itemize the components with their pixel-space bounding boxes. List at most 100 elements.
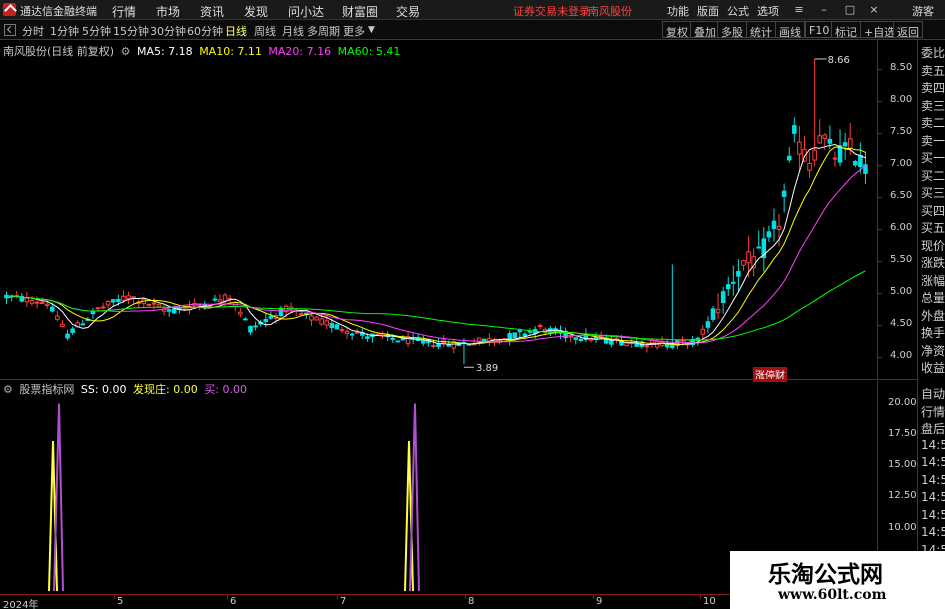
period-monthly[interactable]: 月线 bbox=[282, 23, 304, 39]
menu-layout[interactable]: 版面 bbox=[697, 3, 719, 19]
period-15min[interactable]: 15分钟 bbox=[113, 23, 149, 39]
quote-label: 外盘 bbox=[921, 308, 945, 323]
candle-body bbox=[517, 330, 523, 333]
title-bar: 通达信金融终端 行情 市场 资讯 发现 问小达 财富圈 交易 证券交易未登录 南… bbox=[0, 0, 945, 20]
main-y-tick-mark bbox=[878, 101, 882, 103]
candle-body bbox=[65, 333, 70, 339]
candle-body bbox=[827, 138, 833, 144]
kline-chart[interactable]: 8.66 3.89 bbox=[0, 40, 877, 379]
x-axis-tick bbox=[227, 595, 228, 599]
buy-label: 买: 0.00 bbox=[204, 383, 247, 396]
x-axis-label: 6 bbox=[230, 596, 237, 607]
main-y-tick-mark bbox=[878, 165, 882, 167]
more-dropdown-icon[interactable]: ▼ bbox=[368, 25, 375, 35]
quote-time-label: 自动 bbox=[921, 387, 945, 401]
candle-body bbox=[832, 157, 838, 160]
candle-body bbox=[792, 125, 797, 134]
window-minimize-icon[interactable]: – bbox=[818, 3, 830, 16]
quote-time-label: 14:5 bbox=[921, 507, 945, 522]
quote-label: 涨跌 bbox=[921, 256, 945, 270]
main-y-tick-mark bbox=[878, 325, 882, 327]
draw-line-button[interactable]: 画线 bbox=[775, 21, 805, 39]
candle-body bbox=[822, 134, 828, 139]
high-marker-label: 8.66 bbox=[828, 55, 850, 66]
period-daily[interactable]: 日线 bbox=[225, 23, 247, 39]
candle-body bbox=[736, 270, 741, 277]
candle-body bbox=[720, 291, 726, 304]
candle-body bbox=[324, 320, 330, 326]
quote-label: 涨幅 bbox=[921, 273, 945, 288]
adjust-button[interactable]: 复权 bbox=[662, 21, 692, 39]
period-more[interactable]: 更多 bbox=[343, 23, 365, 39]
candle-body bbox=[329, 323, 335, 329]
x-axis-tick bbox=[593, 595, 594, 599]
candle-body bbox=[365, 336, 370, 339]
main-y-tick: 7.50 bbox=[890, 126, 913, 138]
menu-quotes[interactable]: 行情 bbox=[112, 3, 136, 20]
guest-user[interactable]: 游客 bbox=[912, 3, 934, 19]
candle-body bbox=[700, 328, 706, 335]
candle-body bbox=[710, 308, 716, 320]
menu-market[interactable]: 市场 bbox=[156, 3, 180, 20]
period-30min[interactable]: 30分钟 bbox=[150, 23, 186, 39]
settings-gear-icon[interactable]: ⚙ bbox=[121, 45, 131, 58]
x-axis-label: 9 bbox=[596, 596, 603, 607]
candle-body bbox=[70, 328, 75, 333]
menu-ask[interactable]: 问小达 bbox=[288, 3, 324, 20]
trade-login-status[interactable]: 证券交易未登录 bbox=[513, 3, 590, 19]
quote-side-panel[interactable]: 委比 卖五 卖四 卖三 卖二 卖一 买一 买二 买三 买四 买五 现价 涨跌 涨幅 总量 外盘 换手 净资 收益 自动… bbox=[917, 40, 945, 595]
candle-body bbox=[110, 299, 116, 303]
candle-body bbox=[578, 338, 584, 342]
overlay-button[interactable]: 叠加 bbox=[690, 21, 720, 39]
menu-formula[interactable]: 公式 bbox=[727, 3, 749, 19]
f10-button[interactable]: F10 bbox=[805, 21, 834, 38]
indicator-y-tick: 20.00 bbox=[888, 396, 917, 408]
watermark-url: www.60lt.com bbox=[778, 587, 887, 603]
indicator-gear-icon[interactable]: ⚙ bbox=[3, 383, 13, 396]
quote-label: 委比 bbox=[921, 46, 945, 60]
main-y-axis: 8.50 8.00 7.50 7.00 6.50 6.00 5.50 5.00 4.50 4.00 bbox=[877, 40, 917, 379]
candle-body bbox=[222, 294, 228, 302]
menu-wealth[interactable]: 财富圈 bbox=[342, 3, 378, 20]
candle-body bbox=[55, 315, 60, 320]
menu-options[interactable]: 选项 bbox=[757, 3, 779, 19]
candle-body bbox=[238, 311, 243, 315]
menu-news[interactable]: 资讯 bbox=[200, 3, 224, 20]
quote-label: 买四 bbox=[921, 203, 945, 218]
period-60min[interactable]: 60分钟 bbox=[187, 23, 223, 39]
return-button[interactable]: 返回 bbox=[893, 21, 923, 39]
candle-body bbox=[807, 162, 812, 171]
main-y-tick-mark bbox=[878, 357, 882, 359]
quote-label: 净资 bbox=[921, 343, 945, 358]
main-y-tick: 4.50 bbox=[890, 318, 913, 330]
main-y-tick-mark bbox=[878, 197, 882, 199]
candle-body bbox=[131, 296, 136, 299]
candle-body bbox=[263, 318, 269, 323]
indicator-y-tick: 17.50 bbox=[888, 427, 917, 439]
mark-button[interactable]: 标记 bbox=[831, 21, 861, 39]
menu-function[interactable]: 功能 bbox=[667, 3, 689, 19]
kline-chart-area[interactable]: 8.66 3.89 南风股份(日线 前复权) ⚙ MA5: 7.18 MA10: … bbox=[0, 40, 877, 382]
stats-button[interactable]: 统计 bbox=[746, 21, 776, 39]
period-multi[interactable]: 多周期 bbox=[307, 23, 340, 39]
candle-body bbox=[390, 337, 396, 340]
ma5-label: MA5: 7.18 bbox=[136, 45, 193, 58]
menu-discover[interactable]: 发现 bbox=[244, 3, 268, 20]
quote-label: 现价 bbox=[921, 238, 945, 253]
window-menu-icon[interactable]: ≡ bbox=[793, 3, 805, 16]
candle-body bbox=[29, 300, 35, 304]
back-nav-icon[interactable] bbox=[4, 24, 16, 36]
period-1min[interactable]: 1分钟 bbox=[50, 23, 79, 39]
window-close-icon[interactable]: × bbox=[868, 3, 880, 16]
period-intraday[interactable]: 分时 bbox=[22, 23, 44, 39]
candle-body bbox=[817, 135, 822, 144]
quote-label: 卖一 bbox=[921, 133, 945, 148]
ma60-label: MA60: 5.41 bbox=[337, 45, 401, 58]
multi-stock-button[interactable]: 多股 bbox=[717, 21, 747, 39]
period-weekly[interactable]: 周线 bbox=[254, 23, 276, 39]
menu-trade[interactable]: 交易 bbox=[396, 3, 420, 20]
main-y-tick: 7.00 bbox=[890, 158, 913, 170]
window-maximize-icon[interactable]: □ bbox=[844, 3, 856, 16]
period-toolbar: 分时 1分钟 5分钟 15分钟 30分钟 60分钟 日线 周线 月线 多周期 更… bbox=[0, 20, 945, 40]
period-5min[interactable]: 5分钟 bbox=[82, 23, 111, 39]
